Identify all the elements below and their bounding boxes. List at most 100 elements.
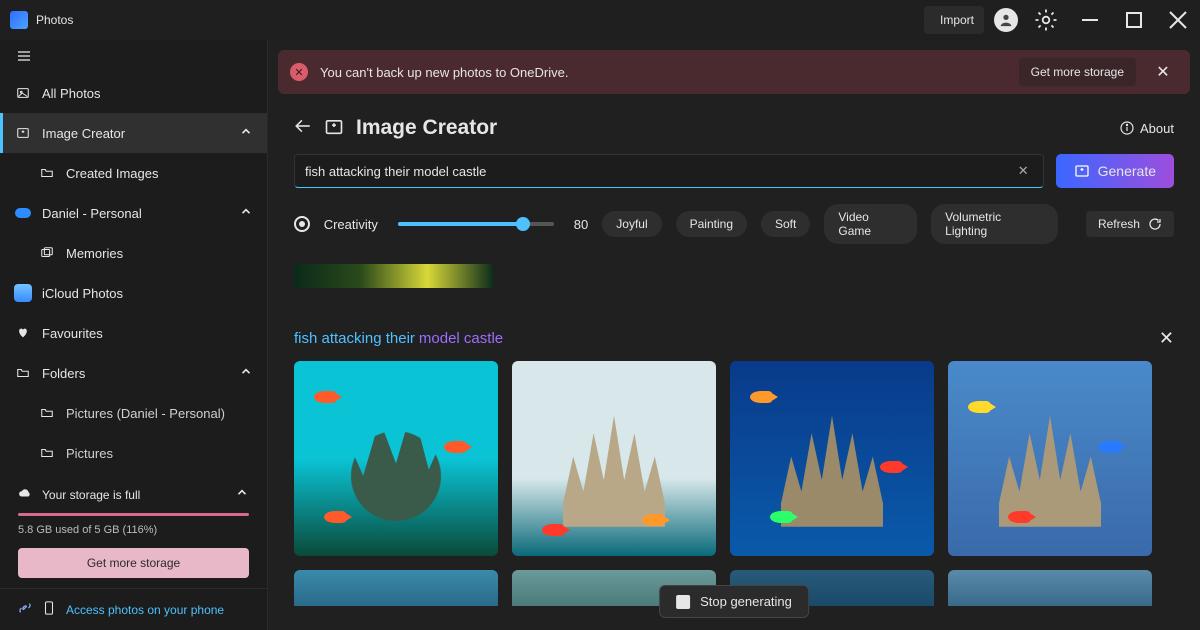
result-image-2[interactable] (512, 361, 716, 556)
heart-icon (14, 324, 32, 342)
nav-label: Created Images (66, 166, 159, 181)
storage-bar (18, 513, 249, 516)
nav-label: All Photos (42, 86, 101, 101)
import-label: Import (940, 13, 974, 27)
phone-link-label: Access photos on your phone (66, 603, 224, 617)
chevron-up-icon (235, 486, 249, 503)
nav-folder-1[interactable]: Pictures (Daniel - Personal) (0, 393, 267, 433)
sparkle-icon (1074, 163, 1090, 179)
nav-label: Folders (42, 366, 85, 381)
style-tag[interactable]: Joyful (602, 211, 661, 237)
account-avatar[interactable] (994, 8, 1018, 32)
generate-label: Generate (1098, 163, 1156, 179)
nav-label: Daniel - Personal (42, 206, 142, 221)
sparkle-icon (14, 124, 32, 142)
photos-icon (14, 84, 32, 102)
result-image-5[interactable] (294, 570, 498, 606)
about-label: About (1140, 121, 1174, 136)
style-tag[interactable]: Video Game (824, 204, 917, 244)
nav-label: iCloud Photos (42, 286, 123, 301)
nav-memories[interactable]: Memories (0, 233, 267, 273)
nav-folders[interactable]: Folders (0, 353, 267, 393)
result-image-8[interactable] (948, 570, 1152, 606)
prompt-input-wrapper[interactable]: ✕ (294, 154, 1044, 188)
nav-icloud[interactable]: iCloud Photos (0, 273, 267, 313)
phone-link[interactable]: Access photos on your phone (0, 588, 267, 630)
window-maximize[interactable] (1112, 0, 1156, 40)
style-tag[interactable]: Volumetric Lighting (931, 204, 1058, 244)
window-close[interactable] (1156, 0, 1200, 40)
title-bar: Photos Import (0, 0, 1200, 40)
onedrive-icon (14, 204, 32, 222)
generate-button[interactable]: Generate (1056, 154, 1174, 188)
memories-icon (38, 244, 56, 262)
main-panel: ✕ You can't back up new photos to OneDri… (268, 40, 1200, 630)
info-icon (1120, 121, 1134, 135)
nav-label: Memories (66, 246, 123, 261)
result-close-button[interactable]: ✕ (1159, 328, 1174, 349)
folder-icon (38, 164, 56, 182)
nav-folder-2[interactable]: Pictures (0, 433, 267, 472)
folder-icon (14, 364, 32, 382)
app-icon (10, 11, 28, 29)
nav-created-images[interactable]: Created Images (0, 153, 267, 193)
app-title: Photos (36, 13, 73, 27)
nav-favourites[interactable]: Favourites (0, 313, 267, 353)
window-minimize[interactable] (1068, 0, 1112, 40)
stop-generating-button[interactable]: Stop generating (659, 585, 809, 618)
settings-button[interactable] (1024, 0, 1068, 40)
chevron-up-icon (239, 365, 253, 382)
style-tag[interactable]: Painting (676, 211, 747, 237)
previous-result-thumb[interactable] (294, 264, 494, 288)
sidebar: All Photos Image Creator Created Images … (0, 40, 268, 630)
folder-icon (38, 444, 56, 462)
stop-label: Stop generating (700, 594, 792, 609)
refresh-icon (1148, 217, 1162, 231)
creativity-label: Creativity (324, 217, 378, 232)
nav-onedrive-account[interactable]: Daniel - Personal (0, 193, 267, 233)
result-title-a: fish attacking their (294, 330, 415, 347)
get-storage-button[interactable]: Get more storage (18, 548, 249, 578)
storage-title: Your storage is full (42, 488, 140, 502)
result-title-row: fish attacking their model castle ✕ (294, 328, 1174, 349)
alert-cta-button[interactable]: Get more storage (1019, 58, 1136, 86)
style-tag[interactable]: Soft (761, 211, 810, 237)
phone-icon (42, 601, 56, 618)
controls-row: Creativity 80 Joyful Painting Soft Video… (268, 188, 1200, 244)
result-image-1[interactable] (294, 361, 498, 556)
alert-close-button[interactable]: ✕ (1148, 62, 1178, 82)
page-header: Image Creator About (268, 94, 1200, 140)
refresh-button[interactable]: Refresh (1086, 211, 1174, 237)
alert-banner: ✕ You can't back up new photos to OneDri… (278, 50, 1190, 94)
error-icon: ✕ (290, 63, 308, 81)
folder-icon (38, 404, 56, 422)
creativity-icon (294, 216, 310, 232)
nav-image-creator[interactable]: Image Creator (0, 113, 267, 153)
alert-text: You can't back up new photos to OneDrive… (320, 65, 568, 80)
nav-label: Favourites (42, 326, 103, 341)
creativity-value: 80 (574, 217, 588, 232)
nav-all-photos[interactable]: All Photos (0, 73, 267, 113)
nav-label: Pictures (66, 446, 113, 461)
nav-toggle[interactable] (0, 40, 267, 73)
cloud-icon (18, 486, 32, 503)
chevron-up-icon (239, 205, 253, 222)
creativity-slider[interactable] (398, 222, 554, 226)
result-image-4[interactable] (948, 361, 1152, 556)
page-title: Image Creator (356, 116, 497, 140)
link-icon (18, 601, 32, 618)
result-title-b: model castle (419, 330, 503, 347)
storage-panel: Your storage is full 5.8 GB used of 5 GB… (0, 472, 267, 588)
about-button[interactable]: About (1120, 121, 1174, 136)
refresh-label: Refresh (1098, 217, 1140, 231)
gear-icon (1034, 8, 1058, 32)
storage-usage: 5.8 GB used of 5 GB (116%) (18, 524, 249, 536)
stop-icon (676, 595, 690, 609)
clear-input-button[interactable]: ✕ (1014, 163, 1033, 179)
import-button[interactable]: Import (924, 6, 984, 34)
prompt-input[interactable] (305, 164, 1014, 179)
nav-label: Pictures (Daniel - Personal) (66, 406, 225, 421)
nav-label: Image Creator (42, 126, 125, 141)
back-button[interactable] (294, 117, 312, 140)
result-image-3[interactable] (730, 361, 934, 556)
